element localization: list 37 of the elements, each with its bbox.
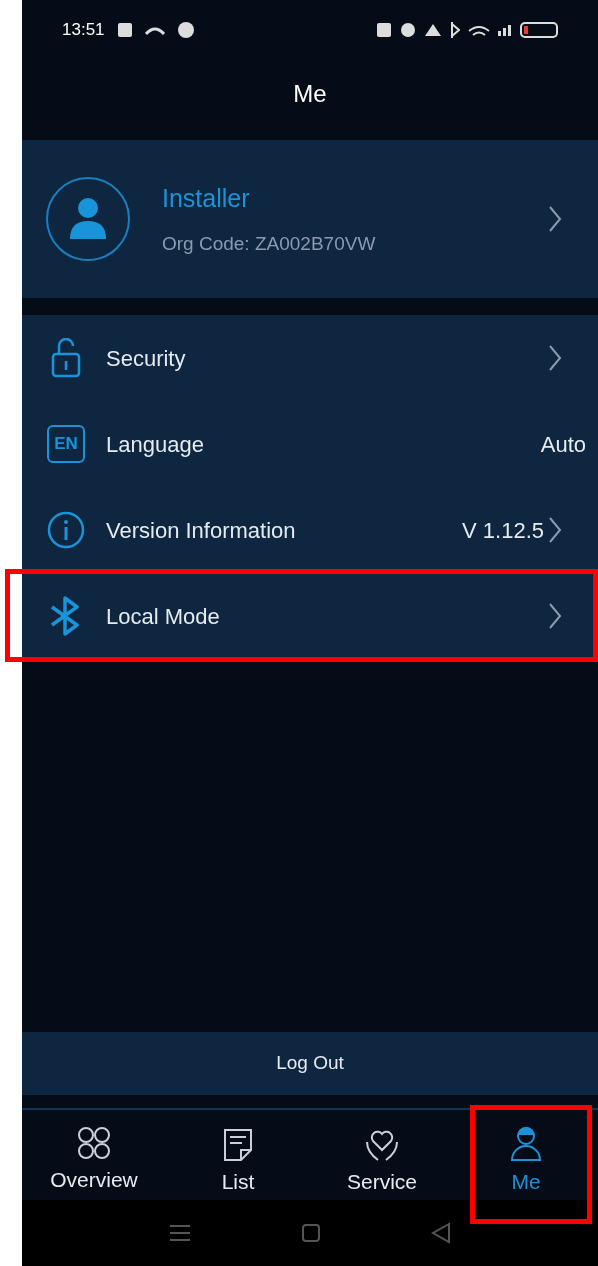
menu-icon[interactable] bbox=[169, 1224, 191, 1242]
grid-icon bbox=[76, 1126, 112, 1160]
logout-button[interactable]: Log Out bbox=[22, 1032, 598, 1095]
chevron-right-icon bbox=[548, 344, 562, 372]
tab-item[interactable]: Overview bbox=[50, 1110, 138, 1200]
page-title: Me bbox=[293, 79, 327, 109]
chevron-right-icon bbox=[548, 602, 562, 630]
menu-label: Version Information bbox=[106, 516, 297, 545]
menu-row[interactable]: Security bbox=[22, 315, 598, 401]
battery-icon bbox=[520, 22, 558, 38]
square-icon[interactable] bbox=[301, 1223, 321, 1243]
wifi-icon bbox=[468, 24, 490, 36]
menu-row[interactable]: Version Information V 1.12.5 bbox=[22, 487, 598, 573]
info-icon bbox=[47, 511, 85, 549]
person-icon bbox=[68, 197, 108, 241]
person-icon bbox=[509, 1126, 543, 1162]
signal-icon bbox=[498, 24, 512, 36]
menu-label: Security bbox=[106, 344, 187, 373]
menu-row[interactable]: Local Mode bbox=[22, 573, 598, 659]
language-icon: EN bbox=[47, 425, 85, 463]
chevron-right-icon bbox=[548, 205, 562, 233]
menu-label: Language bbox=[106, 430, 205, 459]
user-name: Installer bbox=[162, 183, 251, 214]
org-code: Org Code: ZA002B70VW bbox=[162, 231, 377, 256]
profile-card[interactable]: Installer Org Code: ZA002B70VW bbox=[22, 140, 598, 298]
menu-row[interactable]: EN Language Auto bbox=[22, 401, 598, 487]
menu-value: Auto bbox=[540, 430, 586, 459]
back-triangle-icon[interactable] bbox=[431, 1222, 451, 1244]
note-icon bbox=[221, 1126, 255, 1162]
tab-item[interactable]: List bbox=[221, 1110, 255, 1200]
chevron-right-icon bbox=[548, 516, 562, 544]
menu-value: V 1.12.5 bbox=[462, 516, 544, 545]
status-time: 13:51 bbox=[62, 19, 105, 42]
tab-item[interactable]: Service bbox=[347, 1110, 417, 1200]
tab-item[interactable]: Me bbox=[509, 1110, 543, 1200]
padlock-icon bbox=[50, 338, 82, 378]
menu-label: Local Mode bbox=[106, 602, 221, 631]
